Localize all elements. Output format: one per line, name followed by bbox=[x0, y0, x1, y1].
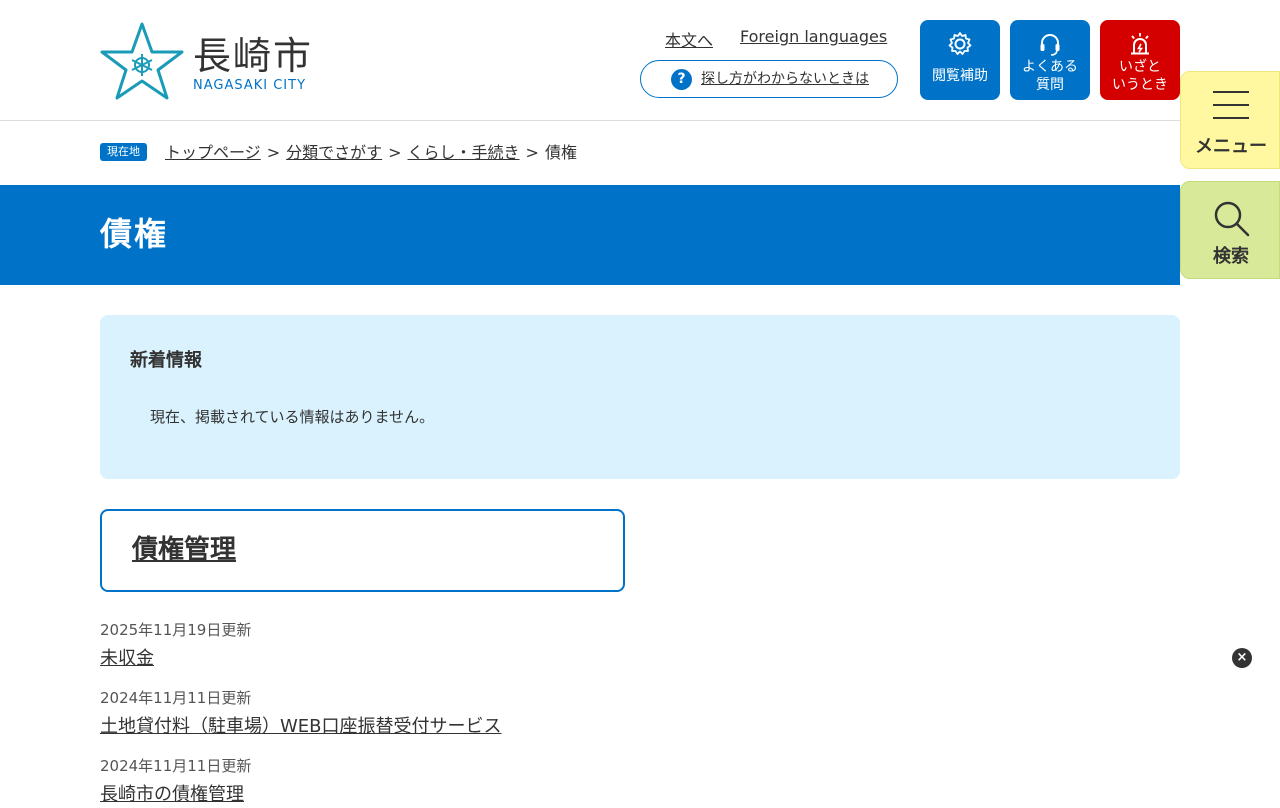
item-date: 2024年11月11日更新 bbox=[100, 757, 252, 775]
breadcrumb-current: 債権 bbox=[544, 143, 577, 162]
news-heading: 新着情報 bbox=[130, 350, 202, 371]
news-message: 現在、掲載されている情報はありません。 bbox=[150, 408, 435, 426]
hamburger-icon bbox=[1213, 91, 1249, 119]
menu-button[interactable]: メニュー bbox=[1180, 71, 1280, 169]
emergency-button[interactable]: いざと いうとき bbox=[1100, 20, 1180, 100]
item-link[interactable]: 未収金 bbox=[100, 646, 800, 672]
breadcrumb-separator: > bbox=[388, 143, 402, 162]
faq-label-line2: 質問 bbox=[1036, 77, 1064, 93]
site-logo[interactable]: 長崎市 NAGASAKI CITY bbox=[100, 20, 330, 102]
list-item: 2025年11月19日更新 未収金 bbox=[100, 620, 800, 672]
accessibility-label: 閲覧補助 bbox=[932, 68, 988, 84]
search-icon bbox=[1214, 201, 1250, 237]
menu-label: メニュー bbox=[1195, 136, 1267, 157]
city-emblem-icon bbox=[100, 22, 184, 100]
faq-button[interactable]: よくある 質問 bbox=[1010, 20, 1090, 100]
site-header: 長崎市 NAGASAKI CITY 本文へ Foreign languages … bbox=[0, 0, 1280, 121]
category-box: 債権管理 bbox=[100, 509, 625, 592]
breadcrumb-category-link[interactable]: 分類でさがす bbox=[286, 143, 382, 162]
emergency-label-line2: いうとき bbox=[1112, 77, 1168, 93]
item-link[interactable]: 長崎市の債権管理 bbox=[100, 782, 800, 808]
alarm-light-icon bbox=[1131, 33, 1149, 55]
breadcrumb-separator: > bbox=[266, 143, 281, 162]
foreign-languages-link[interactable]: Foreign languages bbox=[740, 27, 887, 46]
logo-title: 長崎市 bbox=[193, 34, 314, 78]
skip-to-content-link[interactable]: 本文へ bbox=[665, 27, 713, 51]
list-item: 2024年11月11日更新 土地貸付料（駐車場）WEB口座振替受付サービス bbox=[100, 688, 800, 740]
close-icon[interactable]: × bbox=[1232, 648, 1252, 668]
headset-icon bbox=[1040, 34, 1060, 56]
search-button[interactable]: 検索 bbox=[1180, 181, 1280, 279]
gear-icon bbox=[948, 32, 972, 55]
news-box: 新着情報 現在、掲載されている情報はありません。 bbox=[100, 315, 1180, 479]
emergency-label-line1: いざと bbox=[1119, 59, 1161, 75]
list-item: 2024年11月11日更新 長崎市の債権管理 bbox=[100, 756, 800, 808]
faq-label-line1: よくある bbox=[1022, 59, 1078, 75]
page-title-band: 債権 bbox=[0, 185, 1180, 285]
breadcrumb-home-link[interactable]: トップページ bbox=[165, 143, 261, 162]
item-link[interactable]: 土地貸付料（駐車場）WEB口座振替受付サービス bbox=[100, 714, 800, 740]
top-links: 本文へ Foreign languages bbox=[640, 27, 900, 51]
breadcrumb: 現在地 トップページ > 分類でさがす > くらし・手続き > 債権 bbox=[100, 140, 577, 166]
breadcrumb-separator: > bbox=[525, 143, 539, 162]
search-help-label: 探し方がわからないときは bbox=[701, 71, 869, 87]
breadcrumb-badge: 現在地 bbox=[100, 142, 147, 161]
logo-subtitle: NAGASAKI CITY bbox=[193, 78, 307, 93]
accessibility-button[interactable]: 閲覧補助 bbox=[920, 20, 1000, 100]
search-help-button[interactable]: ? 探し方がわからないときは bbox=[640, 60, 898, 98]
breadcrumb-life-link[interactable]: くらし・手続き bbox=[408, 143, 520, 162]
item-date: 2025年11月19日更新 bbox=[100, 621, 252, 639]
search-label: 検索 bbox=[1213, 246, 1249, 267]
category-link[interactable]: 債権管理 bbox=[132, 531, 236, 569]
page-title: 債権 bbox=[100, 215, 169, 253]
question-icon: ? bbox=[671, 69, 692, 90]
item-date: 2024年11月11日更新 bbox=[100, 689, 252, 707]
